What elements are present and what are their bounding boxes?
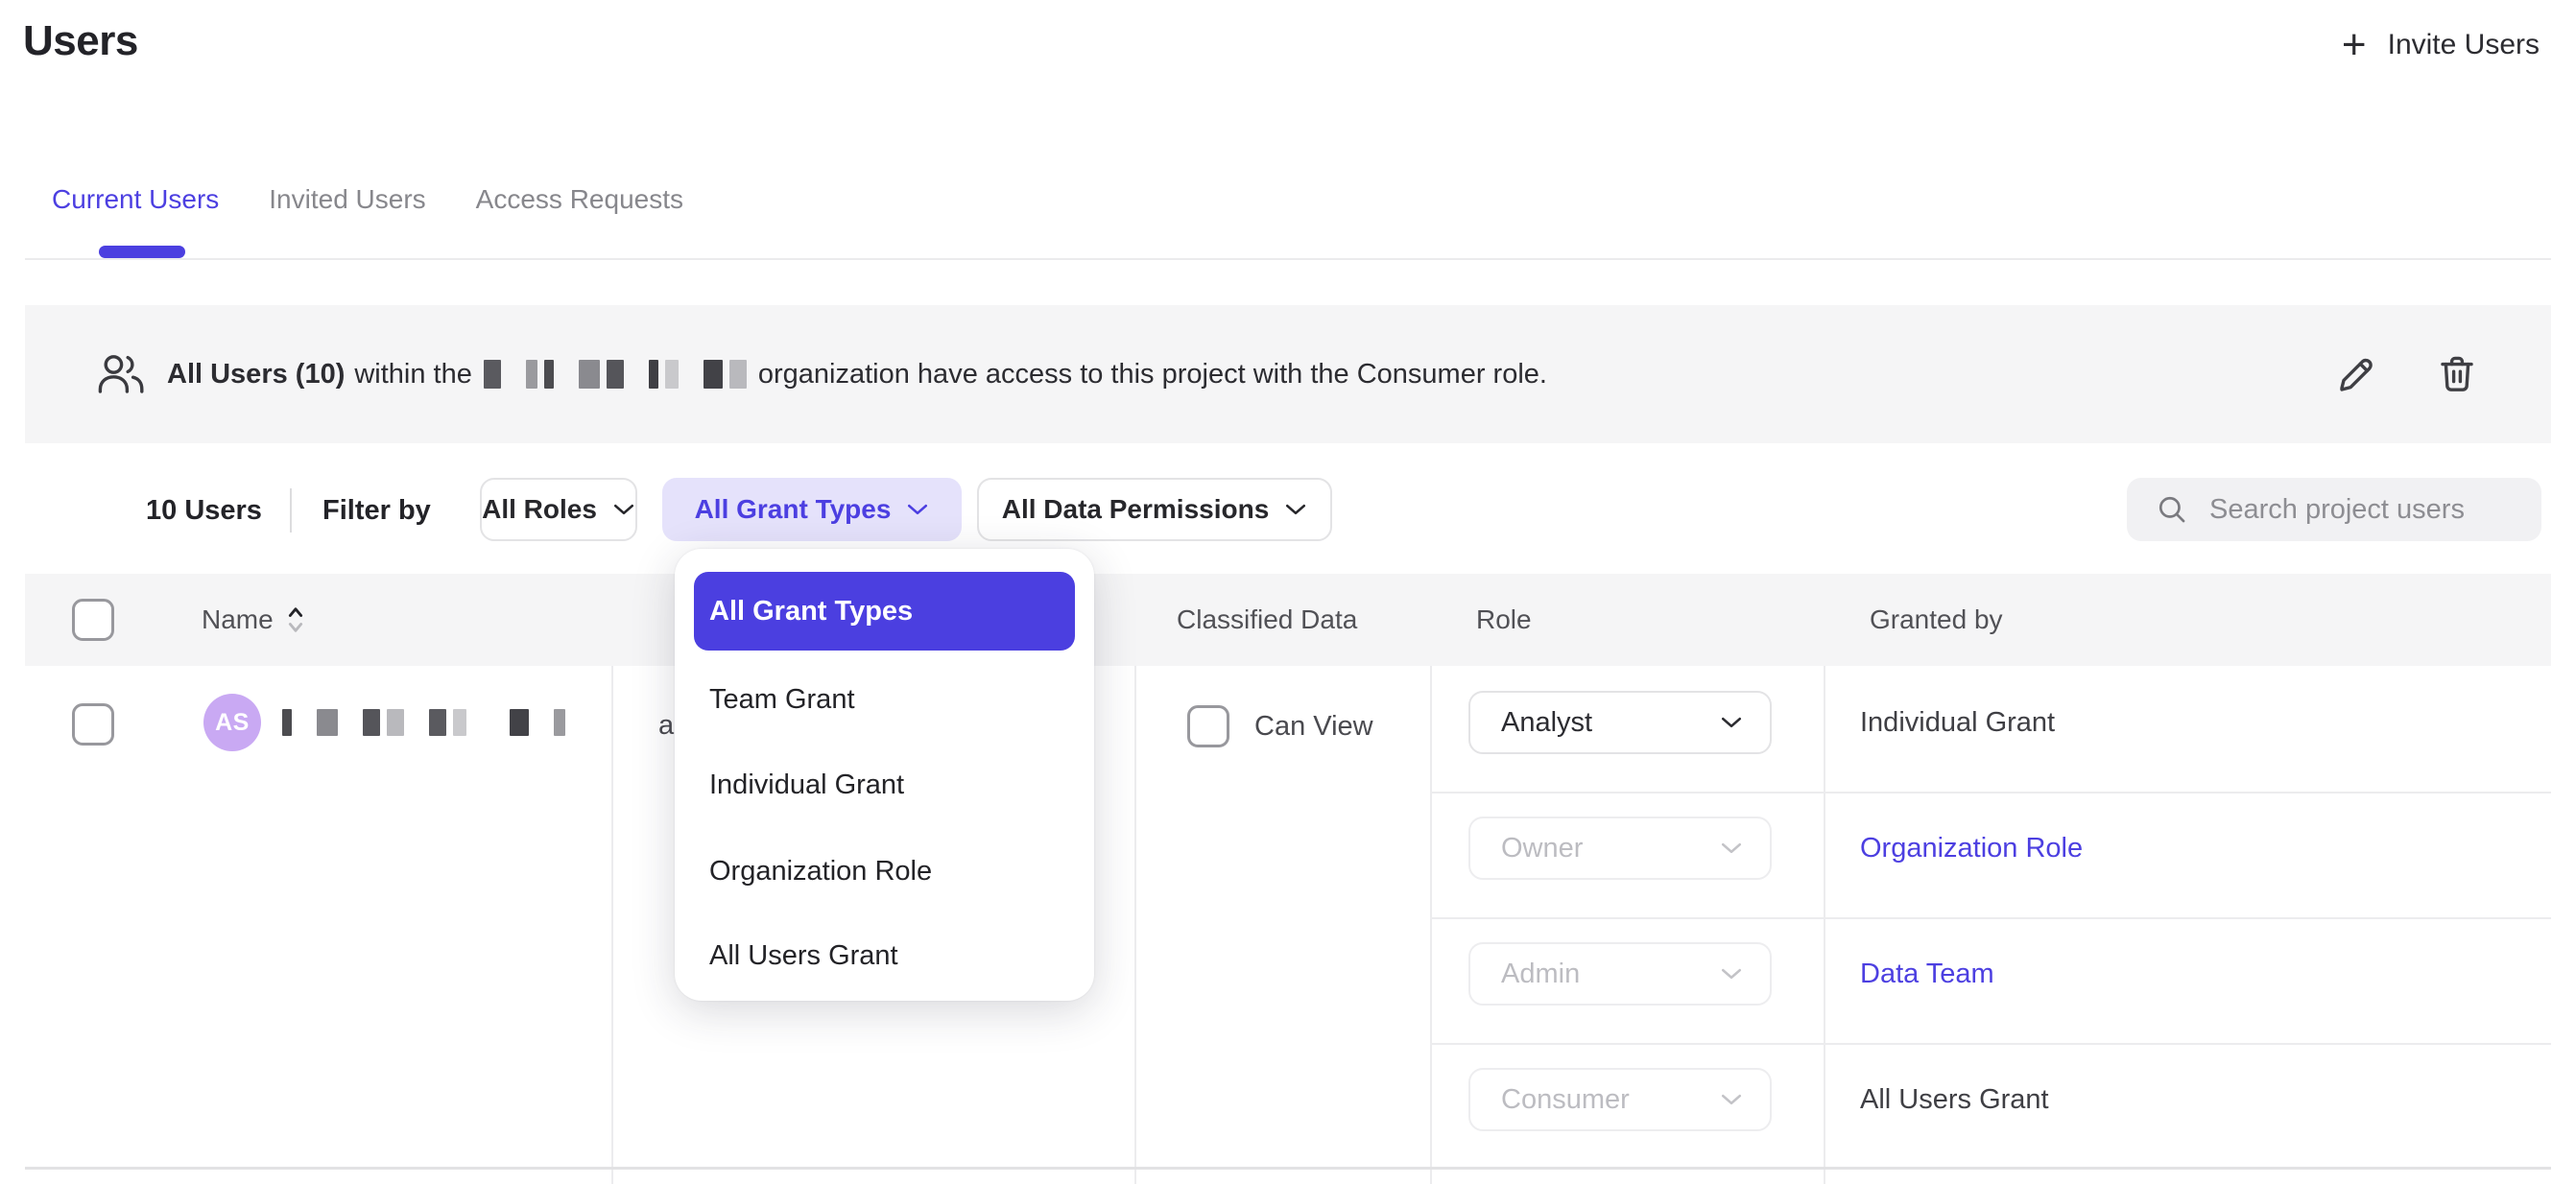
edit-pencil-icon[interactable] <box>2332 351 2378 397</box>
granted-by-link[interactable]: Data Team <box>1860 942 1994 1006</box>
chevron-down-icon <box>1284 502 1307 517</box>
page-title: Users <box>23 17 138 65</box>
menu-item-organization-role[interactable]: Organization Role <box>709 828 932 914</box>
tab-bar: Current Users Invited Users Access Reque… <box>52 184 683 215</box>
banner-text: All Users (10) within the organization h… <box>167 359 1547 391</box>
banner-mid: within the <box>354 359 472 391</box>
column-divider <box>611 666 613 1184</box>
chevron-down-icon <box>1720 1092 1743 1107</box>
subrow-divider <box>1430 1043 2551 1045</box>
redacted-user-name <box>282 709 565 736</box>
chevron-down-icon <box>1720 966 1743 982</box>
users-icon <box>96 353 146 395</box>
all-users-banner: All Users (10) within the organization h… <box>25 305 2551 443</box>
active-tab-underline <box>99 246 185 258</box>
invite-users-label: Invite Users <box>2388 29 2540 61</box>
search-box <box>2127 478 2541 541</box>
column-divider <box>1824 666 1825 1184</box>
banner-tail: organization have access to this project… <box>758 359 1547 391</box>
banner-bold: All Users (10) <box>167 359 345 391</box>
all-roles-dropdown[interactable]: All Roles <box>480 478 637 541</box>
delete-trash-icon[interactable] <box>2434 351 2480 397</box>
granted-by-value: Individual Grant <box>1860 691 2055 754</box>
row-checkbox[interactable] <box>72 703 114 746</box>
chevron-down-icon <box>1720 715 1743 730</box>
menu-item-team-grant[interactable]: Team Grant <box>709 656 855 743</box>
filter-by-label: Filter by <box>322 478 431 543</box>
divider <box>290 488 292 533</box>
column-divider <box>1430 666 1432 1184</box>
granted-by-link[interactable]: Organization Role <box>1860 817 2083 880</box>
avatar: AS <box>203 694 261 751</box>
tab-current-users[interactable]: Current Users <box>52 184 219 215</box>
sort-icon <box>287 604 304 636</box>
granted-by-value: All Users Grant <box>1860 1068 2049 1131</box>
column-divider <box>1134 666 1136 1184</box>
subrow-divider <box>1430 917 2551 919</box>
redacted-organization-name <box>484 360 747 389</box>
row-divider <box>25 1167 2551 1170</box>
subrow-divider <box>1430 792 2551 793</box>
search-icon <box>2156 493 2188 526</box>
tab-divider-line <box>25 258 2551 260</box>
select-all-checkbox[interactable] <box>72 599 114 641</box>
can-view-checkbox[interactable] <box>1187 705 1229 747</box>
search-input[interactable] <box>2209 494 2526 526</box>
grant-types-menu: All Grant Types Team Grant Individual Gr… <box>675 549 1094 1001</box>
menu-item-all-users-grant[interactable]: All Users Grant <box>709 912 898 999</box>
column-header-classified-data: Classified Data <box>1177 574 1357 666</box>
table-header: Name Classified Data Role Granted by <box>25 574 2551 666</box>
role-select-analyst[interactable]: Analyst <box>1468 691 1772 754</box>
banner-actions <box>2332 305 2480 443</box>
plus-icon: + <box>2342 31 2367 59</box>
all-grant-types-label: All Grant Types <box>695 494 892 525</box>
chevron-down-icon <box>1720 841 1743 856</box>
table-body: AS a Can View Analyst Individual Grant O… <box>0 666 2576 1184</box>
all-data-permissions-label: All Data Permissions <box>1002 494 1270 525</box>
invite-users-button[interactable]: + Invite Users <box>2342 29 2540 61</box>
all-data-permissions-dropdown[interactable]: All Data Permissions <box>977 478 1332 541</box>
tab-access-requests[interactable]: Access Requests <box>476 184 683 215</box>
email-cell: a <box>658 710 674 742</box>
column-header-role: Role <box>1476 574 1532 666</box>
chevron-down-icon <box>906 502 929 517</box>
classified-data-cell: Can View <box>1187 705 1373 747</box>
role-select-admin: Admin <box>1468 942 1772 1006</box>
menu-item-individual-grant[interactable]: Individual Grant <box>709 742 904 828</box>
tab-invited-users[interactable]: Invited Users <box>269 184 425 215</box>
column-header-name[interactable]: Name <box>202 574 304 666</box>
menu-item-all-grant-types[interactable]: All Grant Types <box>694 572 1075 651</box>
chevron-down-icon <box>612 502 635 517</box>
role-select-consumer: Consumer <box>1468 1068 1772 1131</box>
all-grant-types-dropdown[interactable]: All Grant Types <box>662 478 962 541</box>
column-header-granted-by: Granted by <box>1870 574 2003 666</box>
role-select-owner: Owner <box>1468 817 1772 880</box>
users-count: 10 Users <box>146 478 262 543</box>
can-view-label: Can View <box>1254 711 1373 743</box>
all-roles-label: All Roles <box>482 494 597 525</box>
filter-bar: 10 Users Filter by All Roles All Grant T… <box>0 478 2576 543</box>
